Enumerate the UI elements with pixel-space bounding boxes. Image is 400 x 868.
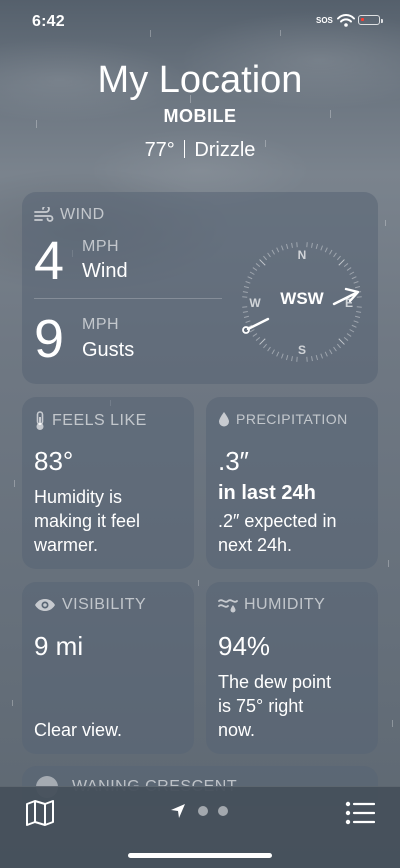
home-indicator bbox=[128, 853, 272, 858]
precipitation-period: in last 24h bbox=[218, 481, 316, 505]
current-condition: Drizzle bbox=[194, 139, 255, 161]
current-temperature: 77° bbox=[145, 139, 175, 161]
precipitation-title: PRECIPITATION bbox=[218, 411, 348, 427]
visibility-value: 9 mi bbox=[34, 631, 83, 662]
weather-summary: 77° Drizzle bbox=[0, 139, 400, 162]
precipitation-value: .3″ bbox=[218, 446, 249, 477]
wifi-icon bbox=[337, 14, 355, 32]
page-dot-2[interactable] bbox=[218, 806, 228, 816]
humidity-desc: The dew point is 75° right now. bbox=[218, 670, 331, 742]
wind-arrow-tail bbox=[248, 319, 268, 329]
thermometer-icon bbox=[34, 411, 46, 431]
humidity-card[interactable]: HUMIDITY 94% The dew point is 75° right … bbox=[206, 582, 378, 754]
visibility-title: VISIBILITY bbox=[34, 596, 146, 614]
feels-like-desc: Humidity is making it feel warmer. bbox=[34, 485, 140, 557]
wind-direction: WSW bbox=[280, 289, 324, 308]
list-icon[interactable] bbox=[345, 801, 375, 830]
compass-s: S bbox=[298, 343, 306, 357]
location-arrow-icon[interactable] bbox=[170, 803, 186, 824]
location-title: My Location bbox=[0, 58, 400, 102]
humidity-title: HUMIDITY bbox=[218, 596, 325, 614]
wind-speed-value: 4 bbox=[34, 234, 64, 288]
wind-gusts-value: 9 bbox=[34, 312, 64, 366]
wind-card[interactable]: WIND 4 MPH Wind 9 MPH Gusts N E S W WSW bbox=[22, 192, 378, 384]
status-bar: 6:42 SOS bbox=[0, 0, 400, 44]
humidity-icon bbox=[218, 597, 238, 613]
wind-compass: N E S W WSW bbox=[232, 232, 372, 372]
precipitation-desc: .2″ expected in next 24h. bbox=[218, 509, 336, 557]
visibility-desc: Clear view. bbox=[34, 718, 122, 742]
battery-icon bbox=[358, 15, 380, 25]
eye-icon bbox=[34, 598, 56, 612]
compass-n: N bbox=[298, 248, 307, 262]
visibility-card[interactable]: VISIBILITY 9 mi Clear view. bbox=[22, 582, 194, 754]
wind-speed-unit: MPH bbox=[82, 238, 119, 256]
status-time: 6:42 bbox=[32, 13, 65, 31]
feels-like-value: 83° bbox=[34, 446, 73, 477]
location-subtitle: MOBILE bbox=[0, 106, 400, 127]
humidity-value: 94% bbox=[218, 631, 270, 662]
page-dot-1[interactable] bbox=[198, 806, 208, 816]
map-icon[interactable] bbox=[25, 799, 55, 832]
sos-indicator: SOS bbox=[316, 16, 333, 25]
wind-card-title: WIND bbox=[34, 206, 105, 224]
wind-speed-label: Wind bbox=[82, 260, 128, 283]
compass-w: W bbox=[249, 296, 261, 310]
precipitation-card[interactable]: PRECIPITATION .3″ in last 24h .2″ expect… bbox=[206, 397, 378, 569]
location-header: My Location MOBILE 77° Drizzle bbox=[0, 58, 400, 162]
drop-icon bbox=[218, 411, 230, 427]
wind-gusts-unit: MPH bbox=[82, 316, 119, 334]
wind-icon bbox=[34, 207, 54, 223]
wind-divider bbox=[34, 298, 222, 299]
feels-like-title: FEELS LIKE bbox=[34, 411, 147, 431]
wind-gusts-label: Gusts bbox=[82, 339, 134, 362]
feels-like-card[interactable]: FEELS LIKE 83° Humidity is making it fee… bbox=[22, 397, 194, 569]
